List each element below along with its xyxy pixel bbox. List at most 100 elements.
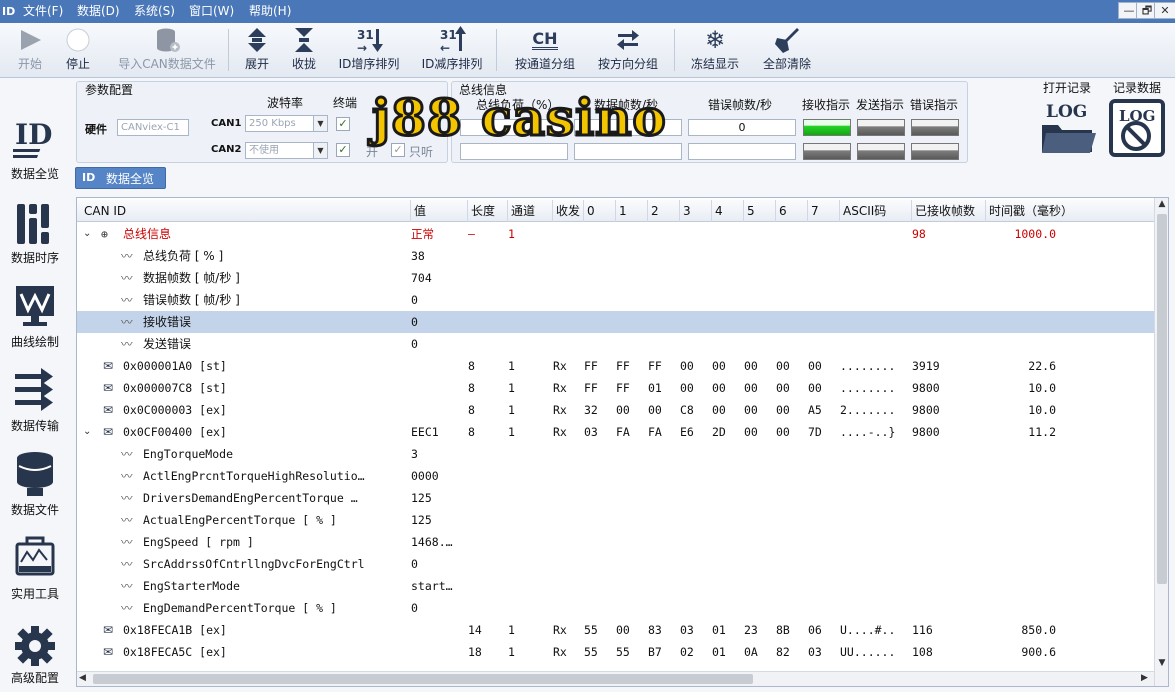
column-header[interactable]: 长度: [467, 200, 505, 222]
horizontal-scroll-thumb[interactable]: [93, 674, 753, 684]
signal-wave-icon: 〰: [121, 271, 133, 285]
table-row[interactable]: ✉ 0x000007C8 [st] 8 1 Rx FF FF 01 00 00 00 00 00....…: [77, 377, 1155, 399]
expand-button[interactable]: 展开: [236, 25, 278, 75]
ascii-cell: ........: [840, 359, 896, 373]
column-header[interactable]: 收发: [552, 200, 581, 222]
freeze-display-button[interactable]: ❄ 冻结显示: [686, 25, 744, 75]
column-header[interactable]: 时间戳（毫秒）: [985, 200, 1145, 222]
byte-cell: 01: [712, 645, 726, 659]
column-header[interactable]: 已接收帧数: [911, 200, 983, 222]
column-header[interactable]: 0: [583, 200, 613, 222]
sidebar-item-advanced-config[interactable]: 高级配置: [3, 608, 67, 692]
byte-cell: 03: [584, 425, 598, 439]
database-icon: [17, 452, 53, 496]
clear-all-button[interactable]: 全部清除: [758, 25, 816, 75]
table-row[interactable]: ✉ 0x18FECA5C [ex] 18 1 Rx 55 55 B7 02 01 0A 82 03 UU.…: [77, 641, 1155, 663]
channel-cell: 1: [508, 623, 515, 637]
record-data-button[interactable]: 记录数据 LOG: [1104, 79, 1170, 163]
column-header[interactable]: 3: [679, 200, 709, 222]
direction-cell: [553, 223, 582, 245]
group-by-direction-button[interactable]: 按方向分组: [592, 25, 664, 75]
menu-system[interactable]: 系统(S): [134, 0, 175, 23]
column-header[interactable]: 7: [807, 200, 837, 222]
expand-toggle-icon[interactable]: ⌄: [83, 421, 95, 443]
can2-rx-led: [803, 143, 851, 160]
signal-row[interactable]: 〰 EngStarterMode start…: [77, 575, 1155, 597]
open-log-button[interactable]: 打开记录 LOG: [1035, 79, 1099, 161]
sidebar-item-data-timing[interactable]: 数据时序: [3, 188, 67, 272]
menu-help[interactable]: 帮助(H): [249, 0, 291, 23]
start-button[interactable]: 开始: [8, 25, 52, 75]
signal-row[interactable]: 〰发送错误 0: [77, 333, 1155, 355]
signal-row[interactable]: 〰 DriversDemandEngPercentTorque … 125: [77, 487, 1155, 509]
timestamp-cell: 10.0: [1028, 403, 1056, 417]
menu-file[interactable]: 文件(F): [23, 0, 63, 23]
expand-toggle-icon[interactable]: ⌄: [83, 223, 95, 245]
sidebar-item-data-transfer[interactable]: 数据传输: [3, 356, 67, 440]
scroll-right-icon[interactable]: ▶: [1141, 673, 1153, 685]
signal-row[interactable]: 〰总线负荷 [ % ] 38: [77, 245, 1155, 267]
column-header[interactable]: 5: [743, 200, 773, 222]
signal-row[interactable]: 〰错误帧数 [ 帧/秒 ] 0: [77, 289, 1155, 311]
sidebar-item-data-file[interactable]: 数据文件: [3, 440, 67, 524]
signal-row[interactable]: 〰 EngSpeed [ rpm ] 1468.…: [77, 531, 1155, 553]
column-header[interactable]: 2: [647, 200, 677, 222]
column-header[interactable]: 1: [615, 200, 645, 222]
table-row[interactable]: ⌄ ✉ 0x0CF00400 [ex] EEC1 8 1 Rx 03 FA FA E6 2D 00 00 7…: [77, 421, 1155, 443]
hardware-select[interactable]: CANviex-C1: [117, 119, 189, 136]
signal-name-cell: ActlEngPrcntTorqueHighResolutio…: [143, 469, 365, 483]
scroll-down-icon[interactable]: ▼: [1156, 658, 1168, 670]
horizontal-scrollbar[interactable]: ◀ ▶: [77, 671, 1154, 686]
signal-row[interactable]: 〰 SrcAddrssOfCntrllngDvcForEngCtrl 0: [77, 553, 1155, 575]
tx-indicator-label: 发送指示: [856, 98, 905, 112]
svg-text:←: ←: [440, 41, 450, 54]
scroll-left-icon[interactable]: ◀: [79, 673, 91, 685]
signal-row[interactable]: 〰接收错误 0: [77, 311, 1155, 333]
can1-terminal-checkbox[interactable]: ✓: [336, 117, 350, 131]
signal-row[interactable]: 〰 ActlEngPrcntTorqueHighResolutio… 0000: [77, 465, 1155, 487]
column-header[interactable]: 6: [775, 200, 805, 222]
signal-wave-icon: 〰: [121, 491, 133, 505]
vertical-scrollbar[interactable]: ▲ ▼: [1154, 198, 1168, 686]
byte-cell: 55: [584, 623, 598, 637]
sidebar-item-curve-plot[interactable]: 曲线绘制: [3, 272, 67, 356]
group-by-channel-button[interactable]: CH 按通道分组: [510, 25, 580, 75]
stop-button[interactable]: 停止: [56, 25, 100, 75]
import-can-file-button[interactable]: 导入CAN数据文件: [118, 25, 216, 75]
column-header[interactable]: 值: [410, 200, 465, 222]
can2-terminal-checkbox[interactable]: ✓: [336, 143, 350, 157]
table-row[interactable]: ⌄ ⊕ 总线信息 正常 – 1 98 1000.0: [77, 223, 1155, 245]
tab-data-overview[interactable]: ID 数据全览: [75, 167, 166, 189]
terminal-label: 终端: [333, 96, 358, 110]
column-header[interactable]: ASCII码: [839, 200, 909, 222]
menu-window[interactable]: 窗口(W): [189, 0, 234, 23]
received-count-cell: 9800: [912, 403, 940, 417]
sidebar-item-data-overview[interactable]: ID 数据全览: [3, 104, 67, 188]
timestamp-cell: 10.0: [1028, 381, 1056, 395]
table-row[interactable]: ✉ 0x18FECA1B [ex] 14 1 Rx 55 00 83 03 01 23 8B 06 U..…: [77, 619, 1155, 641]
signal-row[interactable]: 〰 EngTorqueMode 3: [77, 443, 1155, 465]
sort-id-asc-button[interactable]: 31 → ID增序排列: [335, 25, 403, 75]
signal-row[interactable]: 〰数据帧数 [ 帧/秒 ] 704: [77, 267, 1155, 289]
can1-baud-select[interactable]: 250 Kbps ▼: [245, 115, 328, 132]
sidebar-item-utilities[interactable]: 实用工具: [3, 524, 67, 608]
table-row[interactable]: ✉ 0x0C000003 [ex] 8 1 Rx 32 00 00 C8 00 00 00 A5 2...…: [77, 399, 1155, 421]
scroll-up-icon[interactable]: ▲: [1156, 199, 1168, 211]
byte-cell: 00: [744, 381, 758, 395]
column-header[interactable]: CAN ID: [81, 200, 406, 222]
signal-row[interactable]: 〰 ActualEngPercentTorque [ % ] 125: [77, 509, 1155, 531]
byte-cell: 00: [808, 359, 822, 373]
signal-row[interactable]: 〰 EngDemandPercentTorque [ % ] 0: [77, 597, 1155, 619]
close-button[interactable]: ✕: [1154, 2, 1175, 19]
table-row[interactable]: ✉ 0x000001A0 [st] 8 1 Rx FF FF FF 00 00 00 00 00....…: [77, 355, 1155, 377]
menu-data[interactable]: 数据(D): [77, 0, 120, 23]
column-header[interactable]: 4: [711, 200, 741, 222]
start-label: 开始: [17, 57, 42, 71]
column-header[interactable]: 通道: [507, 200, 550, 222]
vertical-scroll-thumb[interactable]: [1157, 214, 1167, 584]
collapse-button[interactable]: 收拢: [283, 25, 325, 75]
byte-cell: 03: [680, 623, 694, 637]
received-count-cell: 116: [912, 623, 933, 637]
sort-id-desc-button[interactable]: 31 ← ID减序排列: [418, 25, 486, 75]
can2-baud-select[interactable]: 不使用 ▼: [245, 142, 328, 159]
